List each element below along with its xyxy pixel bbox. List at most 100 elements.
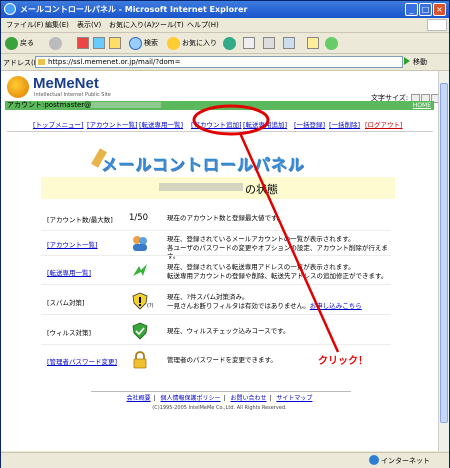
page-title: メールコントロールパネル (91, 148, 361, 177)
account-label: アカウント:postmaster@ (7, 101, 162, 110)
account-list-link[interactable]: [アカウント一覧] (47, 239, 98, 249)
row-desc-line: 現在、ウィルスチェック込みコースです。 (167, 327, 290, 335)
close-button[interactable]: × (433, 3, 446, 16)
row-desc: 現在、登録されているメールアカウントの一覧が表示されます。 各ユーザのパスワードの… (167, 235, 397, 261)
browser-window: メールコントロールパネル - Microsoft Internet Explor… (0, 0, 450, 468)
nav-add-account[interactable]: [アカウント追加] (191, 119, 242, 129)
stop-icon (77, 37, 89, 49)
row-desc: 現在のアカウント数と登録最大値です。 (167, 214, 397, 223)
go-button[interactable]: 移動 (413, 57, 427, 67)
footer-links: 会社概要 | 個人情報保護ポリシー | お問い合わせ | サイトマップ (126, 395, 313, 402)
menu-view[interactable]: 表示(V) (77, 20, 101, 30)
virus-shield-icon (132, 322, 148, 340)
users-icon (133, 236, 147, 251)
home-link[interactable]: HOME (413, 101, 431, 110)
row-account-list: [アカウント一覧] 現在、登録されているメールアカウントの一覧が表示されます。各… (41, 231, 391, 260)
edit-button[interactable] (283, 36, 295, 50)
scrollbar-thumb[interactable] (440, 83, 448, 423)
search-button[interactable]: 検索 (129, 36, 158, 50)
footer-link-sitemap[interactable]: サイトマップ (276, 395, 312, 402)
forward-button[interactable] (49, 36, 62, 50)
stop-button[interactable] (77, 36, 89, 50)
page-icon (38, 59, 45, 65)
footer-link-company[interactable]: 会社概要 (127, 395, 151, 402)
nav-add-forward[interactable]: [転送専用追加] (243, 119, 287, 129)
menu-edit[interactable]: 編集(E) (45, 20, 69, 30)
spam-apply-link[interactable]: お申し込みこちら (310, 302, 362, 310)
memenet-logo[interactable]: MeMeNet Intellectual Internet Public Sit… (7, 75, 137, 99)
edit-icon (283, 37, 295, 49)
folder-icon (307, 37, 319, 49)
spam-count-note: (?) (147, 303, 154, 309)
vertical-scrollbar[interactable] (438, 71, 449, 451)
menu-file[interactable]: ファイル(F) (6, 20, 44, 30)
nav-forward-list[interactable]: [転送専用一覧] (139, 119, 183, 129)
row-forward-list: [転送専用一覧] 現在、登録されている転送専用アドレスの一覧が表示されます。 転送… (41, 259, 391, 283)
menu-help[interactable]: ヘルプ(H) (187, 20, 219, 30)
media-button[interactable] (223, 36, 236, 50)
row-desc-line: 現在のアカウント数と登録最大値です。 (167, 214, 284, 222)
back-button[interactable]: 戻る (5, 36, 34, 50)
discuss-button[interactable] (307, 36, 319, 50)
footer-divider (91, 391, 351, 392)
print-button[interactable] (263, 36, 275, 50)
address-url: https://ssl.memenet.or.jp/mail/?dom= (48, 58, 181, 66)
forward-list-link[interactable]: [転送専用一覧] (47, 267, 91, 277)
refresh-icon (93, 37, 105, 49)
search-label: 検索 (144, 39, 158, 47)
mail-icon (243, 37, 255, 49)
nav-account-list[interactable]: [アカウント一覧] (87, 119, 138, 129)
nav-bulk-delete[interactable]: [一括削除] (329, 119, 360, 129)
address-bar: アドレス(D) https://ssl.memenet.or.jp/mail/?… (1, 54, 449, 71)
maximize-button[interactable]: □ (419, 3, 432, 16)
row-divider (41, 314, 391, 315)
row-divider (41, 344, 391, 345)
row-spam: [スパム対策] (?) 現在、?件スパム対策済み。 一見さんお断りフィルタは有効で… (41, 289, 391, 313)
messenger-button[interactable] (325, 36, 338, 50)
admin-password-link[interactable]: [管理者パスワード変更] (47, 356, 117, 366)
star-icon (167, 36, 180, 50)
logo-name: MeMeNet (33, 75, 99, 92)
footer-link-contact[interactable]: お問い合わせ (230, 395, 266, 402)
media-icon (223, 36, 236, 50)
address-input[interactable]: https://ssl.memenet.or.jp/mail/?dom= (35, 56, 403, 68)
back-label: 戻る (20, 39, 34, 47)
status-bar: インターネット (1, 452, 449, 468)
redacted-domain-name (159, 183, 243, 191)
messenger-icon (325, 36, 338, 50)
nav-logout[interactable]: [ログアウト] (365, 119, 403, 129)
footer-link-privacy[interactable]: 個人情報保護ポリシー (161, 395, 221, 402)
account-count: 1/50 (129, 213, 149, 223)
menu-tools[interactable]: ツール(T) (153, 20, 184, 30)
mail-button[interactable] (243, 36, 255, 50)
menu-favorites[interactable]: お気に入り(A) (109, 20, 154, 30)
toolbar: 戻る 検索 お気に入り (1, 33, 449, 54)
nav-bulk-register[interactable]: [一括登録] (294, 119, 325, 129)
status-heading: の状態 (245, 183, 278, 196)
minimize-button[interactable]: _ (405, 3, 418, 16)
windows-logo-icon (427, 19, 447, 31)
click-callout: クリック！ (318, 356, 368, 367)
row-divider (41, 284, 391, 285)
lock-icon (133, 351, 147, 369)
home-icon (109, 37, 121, 49)
home-button[interactable] (109, 36, 121, 50)
forward-arrow-icon (133, 264, 147, 276)
account-name: アカウント:postmaster@ (7, 101, 92, 109)
page-content: MeMeNet Intellectual Internet Public Sit… (1, 71, 438, 451)
nav-divider (7, 131, 433, 132)
search-icon (129, 36, 142, 50)
row-desc-line: 各ユーザのパスワードの変更やオプションの設定、アカウント削除が行えます。 (167, 243, 388, 261)
logo-subtitle: Intellectual Internet Public Site (34, 92, 111, 98)
row-label: [アカウント数/最大数] (47, 216, 113, 224)
row-label: [ウィルス対策] (47, 329, 92, 337)
favorites-button[interactable]: お気に入り (167, 36, 217, 50)
row-desc: 現在、?件スパム対策済み。 一見さんお断りフィルタは有効ではありません。お申し込み… (167, 293, 397, 310)
window-title: メールコントロールパネル - Microsoft Internet Explor… (20, 5, 248, 14)
nav-links: [トップメニュー] [アカウント一覧] [転送専用一覧] [アカウント追加] [… (29, 119, 429, 129)
row-desc: 現在、登録されている転送専用アドレスの一覧が表示されます。 転送専用アカウントの登… (167, 263, 397, 280)
nav-top-menu[interactable]: [トップメニュー] (33, 119, 84, 129)
favorites-label: お気に入り (182, 39, 217, 47)
refresh-button[interactable] (93, 36, 105, 50)
print-icon (263, 37, 275, 49)
